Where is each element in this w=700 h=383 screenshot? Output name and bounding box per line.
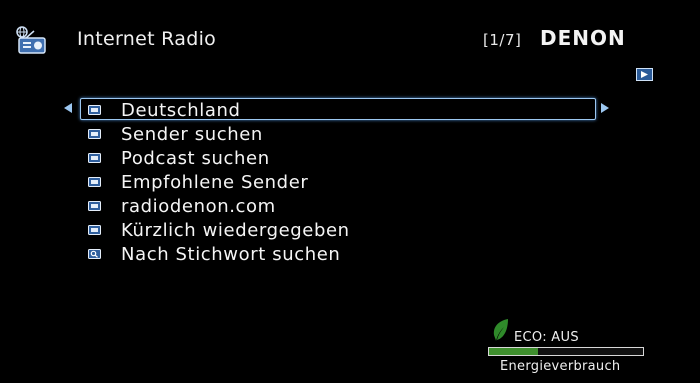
arrow-right-icon[interactable] <box>600 103 609 113</box>
eco-status: ECO: AUS <box>514 330 579 345</box>
arrow-left-icon[interactable] <box>64 103 73 113</box>
search-icon <box>88 249 101 259</box>
menu-item-label: Nach Stichwort suchen <box>121 243 341 265</box>
page-title: Internet Radio <box>77 28 217 50</box>
folder-icon <box>88 201 101 211</box>
menu-item-podcast-suchen[interactable]: Podcast suchen <box>80 146 616 170</box>
leaf-icon <box>490 318 510 342</box>
menu-item-deutschland[interactable]: Deutschland <box>64 98 616 122</box>
menu-list: Deutschland Sender suchen Podcast suchen… <box>64 98 616 266</box>
menu-item-stichwort-suchen[interactable]: Nach Stichwort suchen <box>80 242 616 266</box>
brand-logo: DENON <box>540 26 626 50</box>
page-indicator: [1/7] <box>483 31 522 49</box>
menu-item-label: Empfohlene Sender <box>121 171 309 193</box>
folder-icon <box>88 177 101 187</box>
menu-item-radiodenon[interactable]: radiodenon.com <box>80 194 616 218</box>
folder-icon <box>88 129 101 139</box>
menu-item-label: Kürzlich wiedergegeben <box>121 219 350 241</box>
menu-item-kuerzlich-wiedergegeben[interactable]: Kürzlich wiedergegeben <box>80 218 616 242</box>
menu-item-label: Deutschland <box>121 99 241 121</box>
menu-item-empfohlene-sender[interactable]: Empfohlene Sender <box>80 170 616 194</box>
menu-item-label: Sender suchen <box>121 123 263 145</box>
energy-caption: Energieverbrauch <box>500 359 621 374</box>
folder-icon <box>88 153 101 163</box>
folder-icon <box>88 225 101 235</box>
menu-item-label: Podcast suchen <box>121 147 270 169</box>
menu-item-sender-suchen[interactable]: Sender suchen <box>80 122 616 146</box>
menu-item-label: radiodenon.com <box>121 195 276 217</box>
internet-radio-icon <box>14 25 48 55</box>
energy-meter <box>488 347 644 356</box>
folder-icon <box>88 105 101 115</box>
play-right-icon[interactable] <box>636 66 653 81</box>
energy-meter-fill <box>489 348 539 355</box>
